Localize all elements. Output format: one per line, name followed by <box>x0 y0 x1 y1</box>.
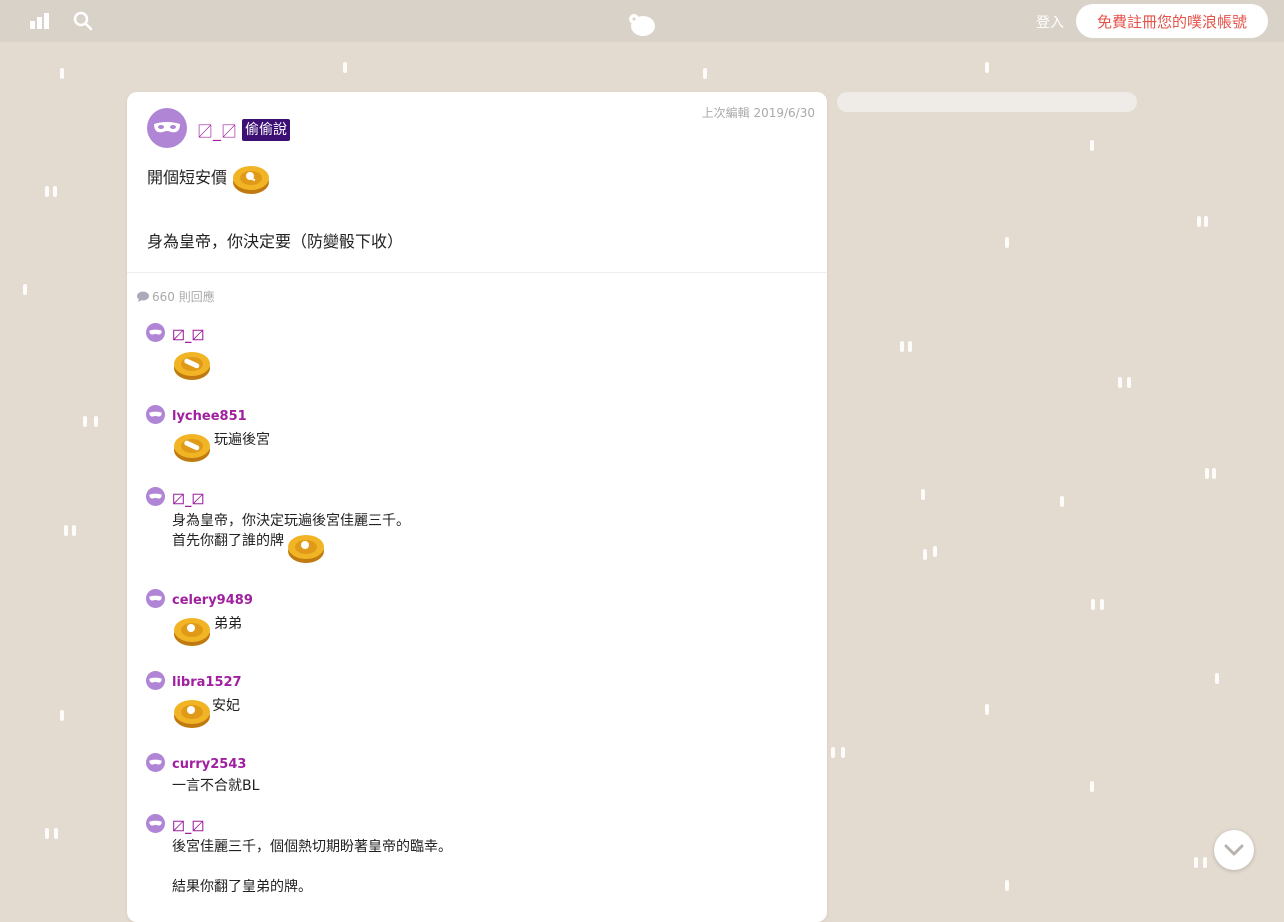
avatar[interactable] <box>146 588 165 612</box>
anonymous-badge: 偷偷說 <box>242 119 291 141</box>
coin-icon <box>172 614 212 654</box>
reply-text: 後宮佳麗三千，個個熱切期盼著皇帝的臨幸。 <box>172 839 452 855</box>
avatar[interactable] <box>146 486 165 510</box>
tick-mark <box>1215 673 1219 684</box>
tick-mark <box>841 747 845 758</box>
coin-icon <box>172 696 212 736</box>
signup-button[interactable]: 免費註冊您的噗浪帳號 <box>1076 4 1268 38</box>
list-item: curry2543 一言不合就BL <box>146 752 260 796</box>
list-item: 〼_〼 <box>146 322 212 388</box>
tick-mark <box>54 828 58 839</box>
avatar[interactable] <box>146 752 165 776</box>
list-item: celery9489 弟弟 <box>146 588 253 654</box>
reply-author[interactable]: 〼_〼 <box>172 816 205 835</box>
avatar[interactable] <box>146 404 165 428</box>
tick-mark <box>1090 140 1094 151</box>
scroll-down-button[interactable] <box>1214 830 1254 870</box>
tick-mark <box>985 62 989 73</box>
avatar[interactable] <box>146 670 165 694</box>
reply-text: 首先你翻了誰的牌 <box>172 533 284 549</box>
author-name[interactable]: 〼_〼 <box>197 118 237 142</box>
tick-mark <box>72 525 76 536</box>
edited-timestamp: 上次編輯 2019/6/30 <box>701 106 815 120</box>
divider <box>127 272 827 273</box>
reply-author[interactable]: libra1527 <box>172 675 242 690</box>
reply-text: 玩遍後宮 <box>214 432 270 448</box>
coin-icon <box>231 162 271 200</box>
tick-mark <box>45 828 49 839</box>
tick-mark <box>60 68 64 79</box>
tick-mark <box>1203 857 1207 868</box>
reply-text: 安妃 <box>212 698 240 714</box>
reply-text: 身為皇帝，你決定玩遍後宮佳麗三千。 <box>172 513 410 529</box>
coin-icon <box>172 348 212 388</box>
reply-text: 一言不合就BL <box>172 778 260 794</box>
tick-mark <box>1091 599 1095 610</box>
avatar[interactable] <box>146 322 165 346</box>
tick-mark <box>53 186 57 197</box>
top-bar: 登入 免費註冊您的噗浪帳號 <box>0 0 1284 42</box>
post-text: 開個短安價 <box>147 168 228 187</box>
tick-mark <box>933 546 937 557</box>
tick-mark <box>23 284 27 295</box>
tick-mark <box>60 710 64 721</box>
reply-author[interactable]: celery9489 <box>172 593 253 608</box>
reply-author[interactable]: lychee851 <box>172 409 247 424</box>
avatar[interactable] <box>146 813 165 837</box>
list-item: lychee851 玩遍後宮 <box>146 404 270 470</box>
tick-mark <box>1204 216 1208 227</box>
tick-mark <box>1205 468 1209 479</box>
tick-mark <box>94 416 98 427</box>
list-item: libra1527 安妃 <box>146 670 242 736</box>
post-line-2: 身為皇帝，你決定要（防變骰下收） <box>147 232 404 251</box>
tick-mark <box>343 62 347 73</box>
coin-icon <box>172 430 212 470</box>
plurk-card: 上次編輯 2019/6/30 〼_〼 偷偷說 開個短安價 身為皇帝，你決定要（防… <box>127 92 827 922</box>
avatar[interactable] <box>147 108 187 152</box>
plurk-logo-icon[interactable] <box>626 10 658 42</box>
reply-text: 弟弟 <box>214 616 242 632</box>
reply-text: 結果你翻了皇弟的牌。 <box>172 879 312 895</box>
reply-author[interactable]: curry2543 <box>172 757 246 772</box>
tick-mark <box>900 341 904 352</box>
tick-mark <box>1005 880 1009 891</box>
search-icon[interactable] <box>73 11 93 35</box>
coin-icon <box>286 531 326 571</box>
chevron-down-icon <box>1224 844 1244 856</box>
sidebar-placeholder <box>837 92 1137 112</box>
tick-mark <box>64 525 68 536</box>
list-item: 〼_〼 後宮佳麗三千，個個熱切期盼著皇帝的臨幸。 結果你翻了皇弟的牌。 <box>146 813 452 897</box>
reply-author[interactable]: 〼_〼 <box>172 489 205 508</box>
tick-mark <box>1005 237 1009 248</box>
bar-chart-icon[interactable] <box>30 13 50 33</box>
tick-mark <box>1212 468 1216 479</box>
tick-mark <box>1100 599 1104 610</box>
tick-mark <box>1127 377 1131 388</box>
tick-mark <box>923 549 927 560</box>
tick-mark <box>1197 216 1201 227</box>
tick-mark <box>908 341 912 352</box>
tick-mark <box>831 747 835 758</box>
tick-mark <box>45 186 49 197</box>
reply-count[interactable]: 660 則回應 <box>137 288 215 305</box>
tick-mark <box>1194 857 1198 868</box>
tick-mark <box>1118 377 1122 388</box>
post-author: 〼_〼 偷偷說 <box>197 118 291 142</box>
tick-mark <box>921 489 925 500</box>
tick-mark <box>1060 496 1064 507</box>
tick-mark <box>703 68 707 79</box>
list-item: 〼_〼 身為皇帝，你決定玩遍後宮佳麗三千。 首先你翻了誰的牌 <box>146 486 410 571</box>
tick-mark <box>1090 781 1094 792</box>
tick-mark <box>985 704 989 715</box>
tick-mark <box>83 416 87 427</box>
comment-icon <box>137 291 149 302</box>
post-line-1: 開個短安價 <box>147 164 271 200</box>
login-link[interactable]: 登入 <box>1036 12 1064 32</box>
reply-author[interactable]: 〼_〼 <box>172 325 205 344</box>
reply-count-label: 660 則回應 <box>152 290 215 304</box>
